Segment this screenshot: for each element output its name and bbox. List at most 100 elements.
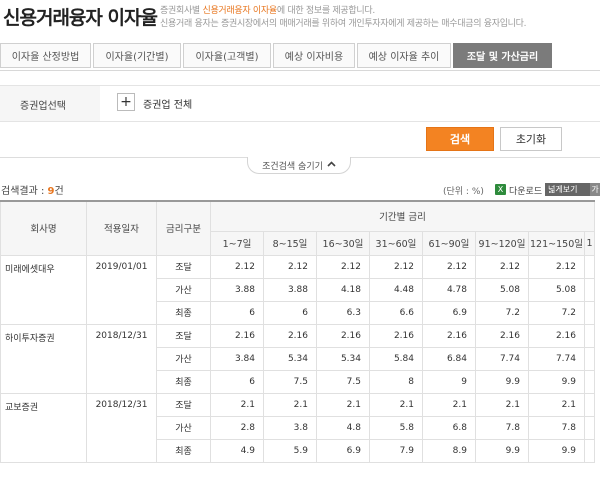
apply-date: 2018/12/31 [86, 323, 157, 394]
rate-cell-overflow [584, 392, 595, 417]
filter-label: 증권업선택 [20, 101, 66, 112]
rate-kind: 최종 [156, 300, 211, 325]
rate-cell: 4.9 [210, 438, 264, 463]
rate-cell: 9.9 [475, 438, 529, 463]
result-count: 검색결과 : 9건 [1, 182, 64, 197]
excel-icon: X [495, 184, 506, 195]
header-period: 61~90일 [422, 230, 476, 256]
rate-cell: 2.16 [210, 323, 264, 348]
rate-cell: 2.8 [210, 415, 264, 440]
rate-kind: 가산 [156, 346, 211, 371]
wide-view-label: 넓게보기 [548, 185, 578, 194]
rate-cell: 5.34 [263, 346, 317, 371]
rate-cell: 6 [210, 369, 264, 394]
rate-cell: 2.12 [263, 254, 317, 279]
rate-cell: 3.88 [210, 277, 264, 302]
rate-cell: 6.6 [369, 300, 423, 325]
rate-cell: 7.2 [475, 300, 529, 325]
tab-expected-trend[interactable]: 예상 이자율 추이 [357, 43, 451, 68]
rate-cell: 2.12 [369, 254, 423, 279]
filter-panel: 증권업선택 [0, 85, 600, 122]
rate-cell: 6 [263, 300, 317, 325]
result-suffix: 건 [54, 186, 64, 197]
toggle-label: 조건검색 숨기기 [262, 161, 323, 172]
rate-cell: 7.8 [475, 415, 529, 440]
rate-cell: 7.9 [369, 438, 423, 463]
chevron-up-icon [327, 160, 336, 170]
rate-cell: 4.18 [316, 277, 370, 302]
rate-cell: 6.3 [316, 300, 370, 325]
rate-kind: 최종 [156, 369, 211, 394]
tab-rate-by-customer[interactable]: 이자율(고객별) [183, 43, 271, 68]
tab-rate-method[interactable]: 이자율 산정방법 [0, 43, 91, 68]
rate-cell-overflow [584, 277, 595, 302]
header-kind: 금리구분 [156, 200, 211, 256]
rate-cell-overflow [584, 300, 595, 325]
header-period: 121~150일 [528, 230, 585, 256]
rate-cell: 2.16 [528, 323, 585, 348]
rate-cell: 6.84 [422, 346, 476, 371]
unit-label: (단위 : %) [443, 187, 484, 197]
add-company-button[interactable]: + [117, 93, 135, 111]
rate-cell: 5.08 [475, 277, 529, 302]
hide-search-toggle[interactable]: 조건검색 숨기기 [247, 157, 351, 174]
rate-cell: 2.12 [316, 254, 370, 279]
page-description: 증권회사별 신용거래융자 이자율에 대한 정보를 제공합니다. [160, 3, 375, 16]
page-title: 신용거래융자 이자율 [3, 7, 158, 29]
rate-cell: 5.9 [263, 438, 317, 463]
rate-cell-overflow [584, 369, 595, 394]
tab-funding-spread[interactable]: 조달 및 가산금리 [453, 43, 552, 68]
header-period: 8~15일 [263, 230, 317, 256]
desc-highlight: 신용거래융자 이자율 [202, 6, 277, 16]
header-date: 적용일자 [86, 200, 157, 256]
table-row: 미래에셋대우 2019/01/01 조달 2.12 2.12 2.12 2.12 2.12 2.… [0, 254, 595, 325]
rate-cell: 7.5 [263, 369, 317, 394]
tab-bar: 이자율 산정방법 이자율(기간별) 이자율(고객별) 예상 이자비용 예상 이자… [0, 43, 600, 71]
rate-cell: 4.48 [369, 277, 423, 302]
desc-text-post: 에 대한 정보를 제공합니다. [276, 6, 375, 16]
company-name: 미래에셋대우 [0, 254, 87, 325]
reset-button[interactable]: 초기화 [500, 127, 562, 151]
rate-cell: 8.9 [422, 438, 476, 463]
tab-expected-interest[interactable]: 예상 이자비용 [273, 43, 355, 68]
rate-cell: 8 [369, 369, 423, 394]
download-link[interactable]: 다운로드 [509, 184, 542, 197]
rate-cell: 3.8 [263, 415, 317, 440]
rate-cell: 6.8 [422, 415, 476, 440]
rate-kind: 조달 [156, 254, 211, 279]
header-period-group: 기간별 금리 [210, 200, 595, 232]
rate-cell: 7.5 [316, 369, 370, 394]
rate-cell: 6.9 [422, 300, 476, 325]
rate-cell: 2.16 [422, 323, 476, 348]
rate-cell: 2.16 [475, 323, 529, 348]
desc-text-pre: 증권회사별 [160, 6, 203, 16]
rate-cell: 9.9 [528, 438, 585, 463]
search-button[interactable]: 검색 [426, 127, 494, 151]
rate-cell: 4.78 [422, 277, 476, 302]
rate-kind: 가산 [156, 415, 211, 440]
header-period: 1~7일 [210, 230, 264, 256]
rate-cell: 7.2 [528, 300, 585, 325]
rate-kind: 가산 [156, 277, 211, 302]
rate-cell: 2.1 [422, 392, 476, 417]
rate-cell: 5.8 [369, 415, 423, 440]
rate-cell: 9.9 [528, 369, 585, 394]
header-company: 회사명 [0, 200, 87, 256]
rate-cell: 5.84 [369, 346, 423, 371]
header-period: 91~120일 [475, 230, 529, 256]
page-description-2: 신용거래 융자는 증권시장에서의 매매거래를 위하여 개인투자자에게 제공하는 … [160, 19, 527, 29]
rate-kind: 조달 [156, 392, 211, 417]
wide-view-button[interactable]: 넓게보기 가 [545, 183, 600, 196]
rate-cell: 2.12 [475, 254, 529, 279]
rate-cell: 2.16 [263, 323, 317, 348]
tab-rate-by-period[interactable]: 이자율(기간별) [93, 43, 181, 68]
rate-cell-overflow [584, 415, 595, 440]
rate-cell: 2.1 [528, 392, 585, 417]
rate-cell: 3.84 [210, 346, 264, 371]
rate-kind: 조달 [156, 323, 211, 348]
rate-cell: 7.74 [475, 346, 529, 371]
rate-cell: 2.1 [210, 392, 264, 417]
rate-cell: 4.8 [316, 415, 370, 440]
rate-cell: 7.74 [528, 346, 585, 371]
rate-kind: 최종 [156, 438, 211, 463]
